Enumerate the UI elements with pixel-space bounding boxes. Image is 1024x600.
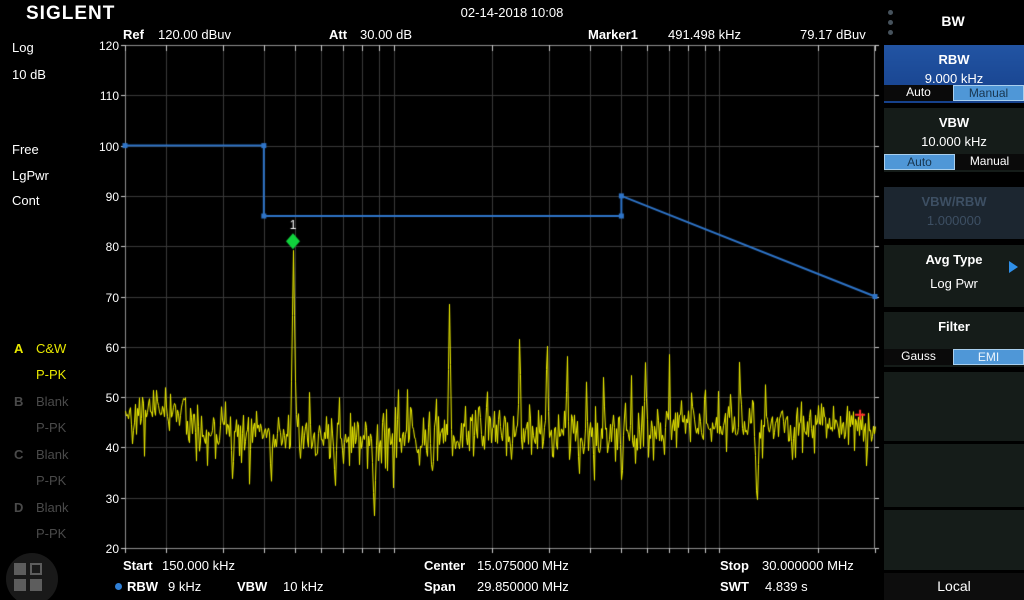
- sweep-mode-label: Cont: [12, 193, 39, 208]
- trace-b-detector: P-PK: [36, 420, 66, 435]
- vbw-rbw-button-disabled: VBW/RBW 1.000000: [884, 187, 1024, 239]
- vbw-button-label: VBW: [884, 115, 1024, 130]
- grid-icon: [30, 563, 42, 575]
- trace-c-detector: P-PK: [36, 473, 66, 488]
- spectrum-plot: [0, 0, 1024, 600]
- filter-gauss-toggle[interactable]: Gauss: [884, 349, 953, 365]
- trace-d-detector: P-PK: [36, 526, 66, 541]
- trace-b-letter: B: [14, 394, 23, 409]
- y-axis-tick-label: 50: [89, 391, 119, 405]
- y-axis-tick-label: 60: [89, 341, 119, 355]
- datetime-display: 02-14-2018 10:08: [0, 5, 1024, 20]
- marker-readout-freq: 491.498 kHz: [668, 27, 741, 42]
- grid-icon: [14, 579, 26, 591]
- trace-c-mode: Blank: [36, 447, 69, 462]
- y-axis-tick-label: 20: [89, 542, 119, 556]
- grid-icon: [14, 563, 26, 575]
- start-freq-label: Start: [123, 558, 153, 573]
- stop-freq-label: Stop: [720, 558, 749, 573]
- submenu-arrow-icon: [1009, 261, 1018, 273]
- empty-menu-slot-3: [884, 510, 1024, 570]
- trace-a-letter: A: [14, 341, 23, 356]
- rbw-footer-label: RBW: [127, 579, 158, 594]
- empty-menu-slot-2: [884, 444, 1024, 507]
- vbw-footer-value: 10 kHz: [283, 579, 323, 594]
- trace-c-letter: C: [14, 447, 23, 462]
- y-axis-tick-label: 30: [89, 492, 119, 506]
- scale-div-label: 10 dB: [12, 67, 46, 82]
- span-footer-label: Span: [424, 579, 456, 594]
- vbw-button[interactable]: VBW 10.000 kHz Auto Manual: [884, 108, 1024, 172]
- rbw-button-value: 9.000 kHz: [884, 71, 1024, 86]
- center-freq-value: 15.075000 MHz: [477, 558, 569, 573]
- scale-type-label: Log: [12, 40, 34, 55]
- vbw-auto-toggle[interactable]: Auto: [884, 154, 955, 170]
- trace-a-mode: C&W: [36, 341, 66, 356]
- rbw-manual-toggle[interactable]: Manual: [953, 85, 1024, 101]
- vbw-manual-toggle[interactable]: Manual: [955, 154, 1024, 170]
- vbw-footer-label: VBW: [237, 579, 267, 594]
- marker-readout-amp: 79.17 dBuv: [800, 27, 866, 42]
- vbw-rbw-value: 1.000000: [884, 213, 1024, 228]
- rbw-button[interactable]: RBW 9.000 kHz Auto Manual: [884, 45, 1024, 103]
- filter-button[interactable]: Filter Gauss EMI: [884, 312, 1024, 367]
- span-footer-value: 29.850000 MHz: [477, 579, 569, 594]
- trace-a-detector: P-PK: [36, 367, 66, 382]
- y-axis-tick-label: 110: [89, 89, 119, 103]
- rbw-button-label: RBW: [884, 52, 1024, 67]
- rbw-bullet-icon: [115, 583, 122, 590]
- swt-footer-value: 4.839 s: [765, 579, 808, 594]
- grid-icon: [30, 579, 42, 591]
- vbw-button-value: 10.000 kHz: [884, 134, 1024, 149]
- menu-sidebar: BW RBW 9.000 kHz Auto Manual VBW 10.000 …: [882, 0, 1024, 600]
- stop-freq-value: 30.000000 MHz: [762, 558, 854, 573]
- avg-mode-label: LgPwr: [12, 168, 49, 183]
- empty-menu-slot-1: [884, 372, 1024, 441]
- menu-title: BW: [882, 13, 1024, 29]
- att-label: Att: [329, 27, 347, 42]
- avg-type-label: Avg Type: [884, 252, 1024, 267]
- swt-footer-label: SWT: [720, 579, 749, 594]
- rbw-auto-toggle[interactable]: Auto: [884, 85, 953, 101]
- avg-type-button[interactable]: Avg Type Log Pwr: [884, 245, 1024, 307]
- start-freq-value: 150.000 kHz: [162, 558, 235, 573]
- local-button[interactable]: Local: [884, 573, 1024, 600]
- center-freq-label: Center: [424, 558, 465, 573]
- y-axis-tick-label: 70: [89, 291, 119, 305]
- y-axis-tick-label: 40: [89, 441, 119, 455]
- trigger-mode-label: Free: [12, 142, 39, 157]
- trace-d-letter: D: [14, 500, 23, 515]
- display-grid-button[interactable]: [6, 553, 58, 600]
- y-axis-tick-label: 120: [89, 39, 119, 53]
- y-axis-tick-label: 90: [89, 190, 119, 204]
- trace-b-mode: Blank: [36, 394, 69, 409]
- filter-label: Filter: [884, 319, 1024, 334]
- att-value: 30.00 dB: [360, 27, 412, 42]
- marker-readout-label: Marker1: [588, 27, 638, 42]
- y-axis-tick-label: 100: [89, 140, 119, 154]
- ref-label: Ref: [123, 27, 144, 42]
- ref-value: 120.00 dBuv: [158, 27, 231, 42]
- menu-handle-icon[interactable]: [888, 30, 893, 35]
- rbw-footer-value: 9 kHz: [168, 579, 201, 594]
- y-axis-tick-label: 80: [89, 240, 119, 254]
- trace-d-mode: Blank: [36, 500, 69, 515]
- vbw-rbw-label: VBW/RBW: [884, 194, 1024, 209]
- avg-type-value: Log Pwr: [884, 276, 1024, 291]
- filter-emi-toggle[interactable]: EMI: [953, 349, 1024, 365]
- spectrum-analyzer-screen: SIGLENT 02-14-2018 10:08 Ref 120.00 dBuv…: [0, 0, 1024, 600]
